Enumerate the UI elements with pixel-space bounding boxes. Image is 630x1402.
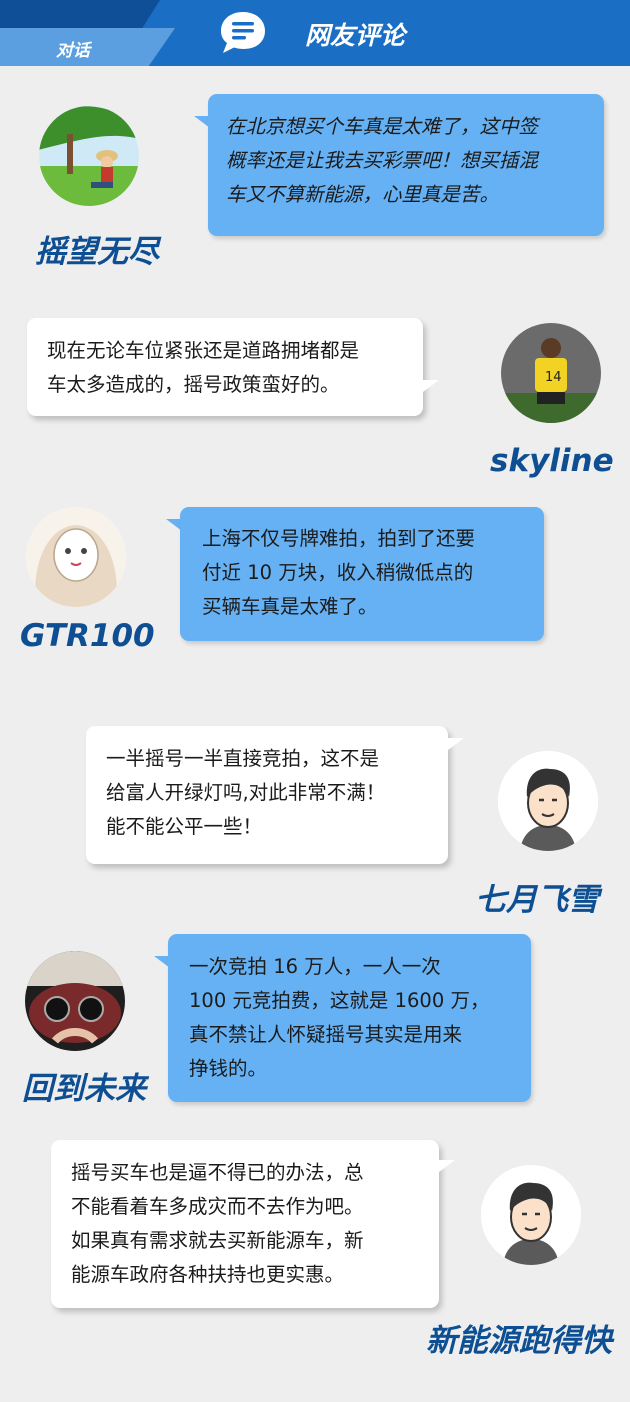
user-avatar[interactable] [481, 1165, 581, 1265]
anime-character-under-tree-avatar [39, 106, 139, 206]
user-avatar[interactable] [498, 751, 598, 851]
page-title: 网友评论 [305, 21, 406, 50]
user-avatar[interactable]: 14 [501, 323, 601, 423]
chat-bubble-icon [221, 12, 265, 53]
masked-anime-girl-avatar [26, 507, 126, 607]
bubble-tail [448, 738, 464, 750]
footballer-number-14-avatar: 14 [501, 323, 601, 423]
tab-label: 对话 [56, 41, 90, 61]
bubble-tail [423, 380, 439, 392]
comment-bubble: 上海不仅号牌难拍，拍到了还要 付近 10 万块，收入稍微低点的 买辆车真是太难了… [180, 507, 544, 641]
car-dashboard-avatar [25, 951, 125, 1051]
user-avatar[interactable] [25, 951, 125, 1051]
username[interactable]: 回到未来 [22, 1063, 146, 1108]
user-avatar[interactable] [26, 507, 126, 607]
username[interactable]: 新能源跑得快 [426, 1315, 612, 1360]
header-bar: 对话 网友评论 [0, 0, 630, 66]
cartoon-man-avatar [498, 751, 598, 851]
comment-bubble: 一半摇号一半直接竞拍，这不是 给富人开绿灯吗,对此非常不满！ 能不能公平一些！ [86, 726, 448, 864]
user-avatar[interactable] [39, 106, 139, 206]
comment-bubble: 一次竞拍 16 万人，一人一次 100 元竞拍费，这就是 1600 万， 真不禁… [168, 934, 531, 1102]
username[interactable]: GTR100 [20, 618, 155, 654]
username[interactable]: 摇望无尽 [35, 226, 159, 271]
comment-bubble: 现在无论车位紧张还是道路拥堵都是 车太多造成的，摇号政策蛮好的。 [27, 318, 423, 416]
cartoon-man-avatar [481, 1165, 581, 1265]
username[interactable]: skyline [490, 443, 614, 479]
username[interactable]: 七月飞雪 [475, 874, 599, 919]
svg-text:14: 14 [545, 370, 562, 385]
comment-bubble: 摇号买车也是逼不得已的办法，总 不能看着车多成灾而不去作为吧。 如果真有需求就去… [51, 1140, 439, 1308]
bubble-tail [439, 1160, 455, 1172]
comment-bubble: 在北京想买个车真是太难了，这中签 概率还是让我去买彩票吧！想买插混 车又不算新能… [208, 94, 604, 236]
